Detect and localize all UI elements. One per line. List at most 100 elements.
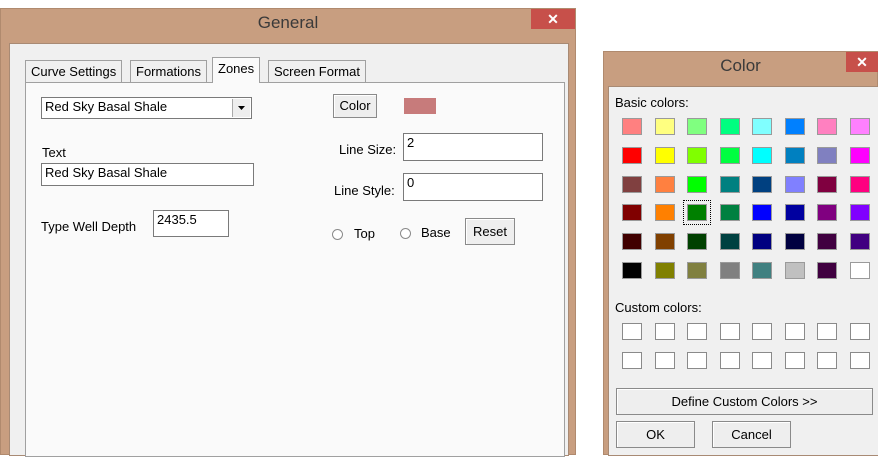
basic-color-swatch[interactable] [622,147,642,164]
basic-color-swatch[interactable] [785,204,805,221]
basic-color-swatch[interactable] [655,147,675,164]
basic-color-swatch[interactable] [817,147,837,164]
general-titlebar[interactable]: General ✕ [1,9,575,37]
general-title: General [257,13,319,32]
custom-color-swatch[interactable] [817,323,837,340]
custom-color-swatch[interactable] [785,352,805,369]
basic-color-swatch[interactable] [752,262,772,279]
basic-color-swatch[interactable] [655,204,675,221]
basic-color-swatch[interactable] [655,118,675,135]
custom-color-swatch[interactable] [850,323,870,340]
basic-color-swatch[interactable] [752,118,772,135]
line-style-label: Line Style: [334,183,395,198]
basic-color-swatch[interactable] [817,176,837,193]
basic-color-swatch[interactable] [850,118,870,135]
custom-color-swatch[interactable] [720,352,740,369]
color-dialog: Color ✕ Basic colors: Custom colors: Def… [603,51,878,456]
color-titlebar[interactable]: Color ✕ [604,52,878,80]
general-client-area: Curve Settings Formations Zones Screen F… [9,43,569,457]
color-button[interactable]: Color [333,94,377,118]
ok-button[interactable]: OK [616,421,695,448]
general-window: General ✕ Curve Settings Formations Zone… [0,8,576,457]
basic-color-swatch[interactable] [785,147,805,164]
basic-color-swatch[interactable] [850,176,870,193]
basic-color-swatch[interactable] [752,147,772,164]
tab-curve-settings[interactable]: Curve Settings [25,60,123,82]
tab-screen-format[interactable]: Screen Format [268,60,366,82]
basic-color-swatch[interactable] [720,118,740,135]
cancel-button[interactable]: Cancel [712,421,791,448]
basic-color-swatch[interactable] [687,262,707,279]
basic-color-swatch[interactable] [622,176,642,193]
basic-color-swatch[interactable] [622,233,642,250]
basic-color-swatch[interactable] [622,118,642,135]
basic-color-swatch[interactable] [850,204,870,221]
basic-color-swatch[interactable] [720,204,740,221]
line-size-field[interactable]: 2 [403,133,543,161]
zone-dropdown[interactable]: Red Sky Basal Shale [41,97,252,119]
custom-color-swatch[interactable] [850,352,870,369]
basic-color-swatch[interactable] [752,176,772,193]
basic-color-swatch[interactable] [655,176,675,193]
basic-color-swatch[interactable] [752,204,772,221]
base-radio[interactable] [400,228,411,239]
custom-colors-label: Custom colors: [615,300,702,315]
basic-color-swatch[interactable] [622,262,642,279]
basic-color-swatch[interactable] [687,176,707,193]
basic-color-swatch[interactable] [850,233,870,250]
tab-zones[interactable]: Zones [212,57,261,83]
selected-color-indicator [683,200,711,225]
reset-button[interactable]: Reset [465,218,515,245]
top-radio[interactable] [332,229,343,240]
basic-color-swatch[interactable] [817,204,837,221]
basic-color-swatch[interactable] [817,118,837,135]
custom-color-swatch[interactable] [817,352,837,369]
basic-color-swatch[interactable] [720,147,740,164]
basic-color-swatch[interactable] [655,262,675,279]
basic-color-swatch[interactable] [785,233,805,250]
basic-color-swatch[interactable] [785,262,805,279]
basic-color-swatch[interactable] [817,262,837,279]
custom-color-swatch[interactable] [622,323,642,340]
base-radio-label[interactable]: Base [421,225,451,240]
chevron-down-icon[interactable] [232,99,250,117]
custom-color-swatch[interactable] [687,323,707,340]
basic-color-swatch[interactable] [687,233,707,250]
custom-color-swatch[interactable] [752,323,772,340]
custom-color-swatch[interactable] [622,352,642,369]
basic-color-swatch[interactable] [785,176,805,193]
basic-color-swatch[interactable] [720,233,740,250]
top-radio-label[interactable]: Top [354,226,375,241]
custom-color-swatch[interactable] [752,352,772,369]
custom-color-swatch[interactable] [720,323,740,340]
line-style-field[interactable]: 0 [403,173,543,201]
basic-color-swatch[interactable] [720,262,740,279]
basic-color-swatch[interactable] [785,118,805,135]
line-size-label: Line Size: [339,142,397,157]
custom-color-swatch[interactable] [687,352,707,369]
custom-color-swatch[interactable] [655,323,675,340]
color-close-button[interactable]: ✕ [846,52,878,72]
basic-color-swatch[interactable] [655,233,675,250]
color-preview-swatch [404,98,436,114]
basic-color-swatch[interactable] [850,147,870,164]
general-close-button[interactable]: ✕ [531,9,575,29]
zone-dropdown-value: Red Sky Basal Shale [45,99,168,114]
type-well-depth-field[interactable]: 2435.5 [153,210,229,237]
basic-color-swatch[interactable] [720,176,740,193]
basic-color-swatch[interactable] [850,262,870,279]
define-custom-colors-button[interactable]: Define Custom Colors >> [616,388,873,415]
type-well-depth-label: Type Well Depth [41,219,137,234]
text-label: Text [42,145,66,160]
tab-formations[interactable]: Formations [130,60,208,82]
basic-color-swatch[interactable] [622,204,642,221]
color-dialog-title: Color [720,56,761,75]
basic-color-swatch[interactable] [752,233,772,250]
text-field[interactable]: Red Sky Basal Shale [41,163,254,186]
custom-color-swatch[interactable] [785,323,805,340]
basic-color-swatch[interactable] [687,118,707,135]
basic-color-swatch[interactable] [817,233,837,250]
color-client-area: Basic colors: Custom colors: Define Cust… [608,86,878,456]
custom-color-swatch[interactable] [655,352,675,369]
basic-color-swatch[interactable] [687,147,707,164]
